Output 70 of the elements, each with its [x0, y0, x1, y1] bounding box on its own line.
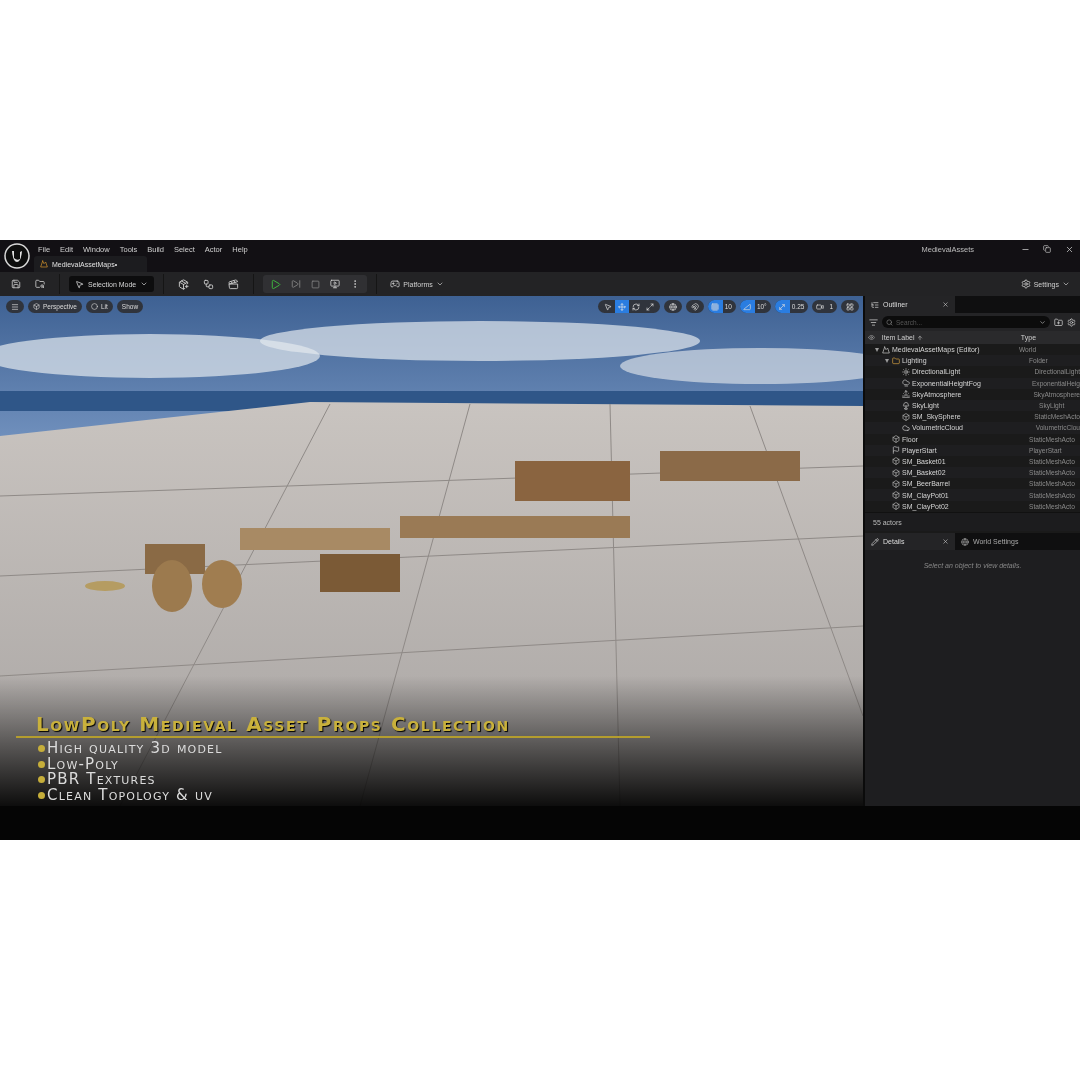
- close-icon[interactable]: [942, 301, 949, 308]
- feature-text: Low-Poly: [47, 756, 119, 772]
- magnet-icon: [690, 302, 699, 311]
- rotate-icon: [631, 302, 640, 311]
- globe-icon: [961, 537, 969, 546]
- pointer-icon: [603, 302, 612, 311]
- restore-icon[interactable]: [1043, 245, 1051, 253]
- world-icon: [882, 345, 890, 354]
- list-icon: [871, 300, 879, 309]
- search-icon: [886, 318, 893, 326]
- add-folder-icon[interactable]: [1054, 317, 1063, 327]
- diagonal-arrow-icon: [778, 302, 787, 311]
- chevron-down-icon: [140, 280, 149, 288]
- fog-icon: [902, 379, 910, 388]
- level-icon: [40, 260, 48, 268]
- chevron-down-icon: [1062, 280, 1070, 288]
- pencil-icon: [871, 537, 879, 546]
- chevron-down-icon: [435, 280, 444, 288]
- cube-icon: [892, 435, 900, 444]
- lamp-icon: [902, 401, 910, 410]
- pointer-icon: [75, 279, 84, 289]
- move-icon: [617, 302, 626, 311]
- bullet-dot: [38, 745, 45, 753]
- settings-icon[interactable]: [1067, 317, 1076, 327]
- close-icon[interactable]: [1064, 244, 1074, 254]
- feature-text: Clean Topology & uv: [47, 787, 213, 803]
- cube-icon: [892, 457, 900, 466]
- cube-icon: [902, 412, 910, 421]
- expand-arrow-icon[interactable]: [884, 358, 889, 363]
- gamepad-icon: [390, 279, 401, 289]
- feature-text: PBR Textures: [47, 772, 156, 788]
- add-cube-icon[interactable]: [178, 278, 190, 290]
- camera-icon: [815, 302, 824, 311]
- angle-icon: [743, 302, 752, 311]
- sun-icon: [902, 367, 910, 376]
- monitor-play-icon[interactable]: [330, 279, 341, 289]
- bullet-dot: [38, 776, 45, 784]
- cube-icon: [33, 303, 40, 310]
- move-tool[interactable]: [614, 300, 629, 313]
- cube-icon: [892, 491, 900, 500]
- browse-icon[interactable]: [35, 279, 45, 289]
- flag-icon: [892, 446, 900, 455]
- menu-icon: [11, 302, 19, 311]
- clapperboard-icon[interactable]: [228, 278, 240, 290]
- play-icon[interactable]: [270, 278, 282, 290]
- sort-arrow-icon: [917, 334, 924, 341]
- folder-icon: [892, 356, 900, 365]
- save-icon[interactable]: [11, 279, 21, 289]
- step-icon[interactable]: [291, 279, 302, 289]
- logo-icon[interactable]: [4, 243, 30, 269]
- circle-icon: [90, 303, 98, 310]
- filter-icon[interactable]: [869, 317, 878, 327]
- cube-icon: [892, 502, 900, 511]
- feature-text: High quality 3d model: [47, 741, 223, 757]
- cloud-icon: [902, 423, 910, 432]
- bullet-dot: [38, 760, 45, 768]
- sunrise-icon: [902, 390, 910, 399]
- grid-icon: [711, 302, 720, 311]
- scale-icon: [645, 302, 654, 311]
- cube-icon: [892, 468, 900, 477]
- cube-icon: [892, 479, 900, 488]
- globe-icon: [668, 302, 677, 311]
- bullet-dot: [38, 791, 45, 799]
- settings-icon: [1020, 279, 1031, 289]
- expand-arrow-icon[interactable]: [874, 347, 879, 352]
- overlay-title: LowPoly Medieval Asset Props Collection: [36, 713, 510, 735]
- layout-grid-icon: [846, 302, 854, 311]
- close-icon[interactable]: [942, 538, 949, 545]
- chevron-down-icon: [1039, 318, 1046, 326]
- eye-icon: [868, 334, 876, 341]
